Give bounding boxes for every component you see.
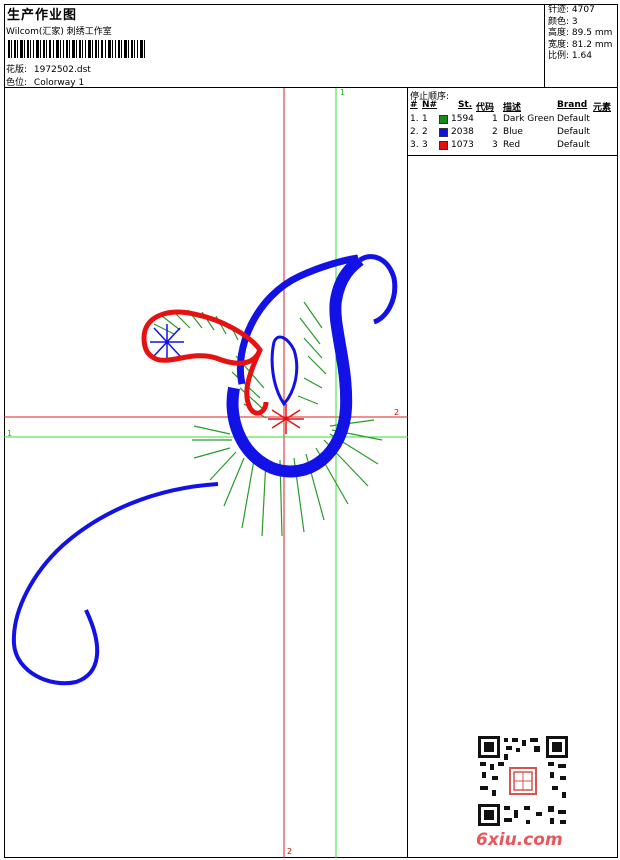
colorway-label: 色位: — [6, 78, 28, 88]
row-desc: Red — [503, 140, 521, 150]
stat-width: 宽度: 81.2 mm — [548, 40, 618, 52]
axis-label-green-left: 1 — [7, 429, 13, 438]
stop-sequence-row: 2. 2 2038 2 Blue Default — [408, 127, 618, 139]
row-brand: Default — [557, 127, 590, 137]
stop-sequence-row: 3. 3 1073 3 Red Default — [408, 140, 618, 152]
stat-colors: 颜色: 3 — [548, 17, 618, 29]
header-elem: 元素 — [593, 103, 612, 113]
stat-scale: 比例: 1.64 — [548, 51, 618, 63]
row-n: 2 — [422, 127, 428, 137]
watermark-site: 6xiu.com — [476, 830, 563, 850]
axis-label-red-right: 2 — [394, 408, 400, 417]
stop-sequence-panel: 停止顺序: # N# St. 代码 描述 Brand 元素 1. 1 1594 1 Da… — [408, 88, 618, 156]
stat-stitches: 针迹: 4707 — [548, 5, 618, 17]
barcode-icon — [8, 40, 145, 58]
row-num: 3. — [410, 140, 419, 150]
stats-panel: 针迹: 4707 颜色: 3 高度: 89.5 mm 宽度: 81.2 mm 比… — [545, 4, 618, 88]
row-code: 2 — [492, 127, 498, 137]
pattern-value: 1972502.dst — [33, 65, 91, 75]
row-n: 1 — [422, 114, 428, 124]
header-st: St. — [458, 100, 473, 110]
color-swatch — [439, 115, 448, 124]
row-n: 3 — [422, 140, 428, 150]
row-st: 1594 — [451, 114, 474, 124]
stat-value: 4707 — [571, 5, 595, 15]
stat-height: 高度: 89.5 mm — [548, 28, 618, 40]
colorway-info: 色位: Colorway 1 — [6, 75, 84, 88]
stat-value: 81.2 mm — [571, 39, 613, 50]
row-code: 1 — [492, 114, 498, 124]
stat-label: 高度: — [548, 28, 570, 38]
color-swatch — [439, 141, 448, 150]
header-brand: Brand — [557, 100, 588, 110]
seal-icon — [509, 767, 537, 795]
pattern-label: 花版: — [6, 65, 28, 75]
blue-paisley-motif — [11, 254, 398, 686]
row-desc: Dark Green — [503, 114, 555, 124]
row-brand: Default — [557, 140, 590, 150]
qr-code-icon — [478, 736, 568, 826]
axis-label-red-bottom: 2 — [287, 847, 293, 856]
row-desc: Blue — [503, 127, 523, 137]
color-swatch — [439, 128, 448, 137]
row-num: 2. — [410, 127, 419, 137]
design-canvas[interactable]: 1 1 2 2 — [4, 88, 408, 858]
stat-label: 比例: — [548, 51, 570, 61]
stat-label: 颜色: — [548, 16, 570, 27]
header-panel: 生产作业图 Wilcom(汇家) 刺绣工作室 花版: 1972502.dst 色… — [4, 4, 545, 88]
stat-value: 1.64 — [571, 51, 592, 61]
header-code: 代码 — [476, 103, 495, 113]
axis-label-green-top: 1 — [340, 88, 346, 97]
colorway-value: Colorway 1 — [33, 78, 85, 88]
page-title: 生产作业图 — [7, 8, 78, 23]
studio-name: Wilcom(汇家) 刺绣工作室 — [6, 27, 112, 37]
stat-value: 89.5 mm — [571, 28, 613, 38]
header-num: # — [410, 100, 418, 110]
row-num: 1. — [410, 114, 419, 124]
pattern-info: 花版: 1972502.dst — [6, 62, 91, 75]
stop-sequence-header: # N# St. 代码 描述 Brand 元素 — [408, 100, 618, 113]
stat-label: 宽度: — [548, 39, 570, 50]
row-brand: Default — [557, 114, 590, 124]
header-desc: 描述 — [503, 103, 522, 113]
header-n: N# — [422, 100, 438, 110]
stat-value: 3 — [571, 16, 578, 27]
row-st: 1073 — [451, 140, 474, 150]
row-code: 3 — [492, 140, 498, 150]
row-st: 2038 — [451, 127, 474, 137]
embroidery-design — [4, 88, 408, 858]
stat-label: 针迹: — [548, 5, 570, 15]
stop-sequence-row: 1. 1 1594 1 Dark Green Default — [408, 114, 618, 126]
